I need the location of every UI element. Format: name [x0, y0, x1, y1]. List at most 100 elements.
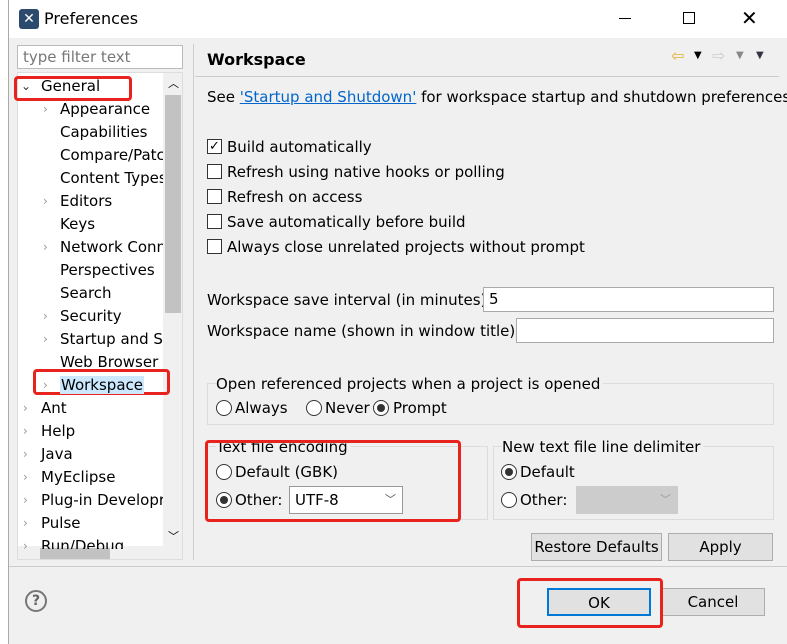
- tree-item-security[interactable]: › Security: [43, 305, 163, 327]
- tree-label: Help: [41, 422, 76, 440]
- tree-label: Startup and Sh: [60, 330, 163, 348]
- checkbox[interactable]: [207, 164, 222, 179]
- chevron-right-icon[interactable]: ›: [43, 236, 48, 258]
- tree-label: Security: [60, 307, 122, 325]
- tree-item-appearance[interactable]: › Appearance: [43, 98, 163, 120]
- scroll-down-icon[interactable]: ﹀: [168, 528, 179, 544]
- checkbox[interactable]: [207, 214, 222, 229]
- workspace-name-input[interactable]: [516, 318, 774, 343]
- footer-separator: [9, 566, 787, 567]
- save-interval-input[interactable]: 5: [483, 287, 774, 312]
- chevron-right-icon[interactable]: ›: [43, 374, 48, 396]
- always-radio[interactable]: [216, 400, 232, 416]
- checkbox[interactable]: [207, 239, 222, 254]
- restore-defaults-button[interactable]: Restore Defaults: [531, 533, 662, 561]
- chevron-right-icon[interactable]: ›: [23, 420, 28, 442]
- tree-item-perspectives[interactable]: Perspectives: [43, 259, 163, 281]
- checkbox-label[interactable]: Build automatically: [227, 137, 372, 157]
- checkbox-label[interactable]: Always close unrelated projects without …: [227, 237, 585, 257]
- tree-item-capabilities[interactable]: Capabilities: [43, 121, 163, 143]
- tree-label: Ant: [41, 399, 67, 417]
- chevron-right-icon[interactable]: ›: [23, 397, 28, 419]
- checkbox-label[interactable]: Refresh on access: [227, 187, 362, 207]
- checkbox-label[interactable]: Save automatically before build: [227, 212, 466, 232]
- chevron-right-icon[interactable]: ›: [43, 328, 48, 350]
- chevron-right-icon[interactable]: ›: [23, 535, 28, 549]
- cancel-button[interactable]: Cancel: [661, 588, 765, 616]
- chevron-right-icon[interactable]: ›: [23, 512, 28, 534]
- delimiter-default-label[interactable]: Default: [520, 462, 575, 482]
- tree-item-myeclipse[interactable]: › MyEclipse: [23, 466, 163, 488]
- tree-label: Perspectives: [60, 261, 155, 279]
- window-title: Preferences: [44, 9, 139, 28]
- see-text: See 'Startup and Shutdown' for workspace…: [207, 87, 787, 107]
- tree-label: Network Conn: [60, 238, 163, 256]
- see-prefix: See: [207, 88, 240, 106]
- tree-item-run-debug[interactable]: › Run/Debug: [23, 535, 163, 549]
- tree-item-content-types[interactable]: Content Types: [43, 167, 163, 189]
- tree-item-keys[interactable]: Keys: [43, 213, 163, 235]
- tree-label: Editors: [60, 192, 113, 210]
- eclipse-icon: ✕: [19, 9, 39, 29]
- title-bar: ✕ Preferences ✕: [9, 0, 787, 38]
- tree-vertical-scrollbar[interactable]: ︿ ﹀: [163, 73, 182, 546]
- scroll-thumb[interactable]: [165, 95, 181, 313]
- tree-label: Plug-in Developr: [41, 491, 163, 509]
- scroll-up-icon[interactable]: ︿: [168, 75, 179, 91]
- chevron-down-icon[interactable]: ⌄: [21, 75, 31, 97]
- back-icon[interactable]: ⇦: [671, 46, 684, 65]
- tree-item-compare-patch[interactable]: Compare/Patch: [43, 144, 163, 166]
- prompt-label[interactable]: Prompt: [393, 398, 447, 418]
- delimiter-select[interactable]: ﹀: [576, 486, 678, 514]
- tree-item-plug-in-developr[interactable]: › Plug-in Developr: [23, 489, 163, 511]
- delimiter-other-radio[interactable]: [501, 492, 517, 508]
- filter-input[interactable]: type filter text: [17, 45, 183, 69]
- tree-item-general[interactable]: ⌄ General: [21, 75, 100, 97]
- see-suffix: for workspace startup and shutdown prefe…: [416, 88, 787, 106]
- checkbox[interactable]: ✓: [207, 139, 222, 154]
- chevron-right-icon[interactable]: ›: [43, 190, 48, 212]
- tree-label: Compare/Patch: [60, 146, 163, 164]
- tree-item-web-browser[interactable]: Web Browser: [43, 351, 163, 373]
- checkbox[interactable]: [207, 189, 222, 204]
- startup-shutdown-link[interactable]: 'Startup and Shutdown': [240, 88, 417, 106]
- prompt-radio[interactable]: [373, 400, 389, 416]
- workspace-name-label: Workspace name (shown in window title):: [207, 322, 521, 340]
- help-icon[interactable]: ?: [25, 590, 47, 612]
- tree-item-editors[interactable]: › Editors: [43, 190, 163, 212]
- chevron-right-icon[interactable]: ›: [43, 98, 48, 120]
- chevron-right-icon[interactable]: ›: [23, 489, 28, 511]
- chevron-down-icon: ﹀: [660, 493, 671, 506]
- view-menu-icon[interactable]: ▼: [756, 50, 764, 61]
- maximize-icon[interactable]: [683, 12, 695, 24]
- tree-item-help[interactable]: › Help: [23, 420, 163, 442]
- minimize-icon[interactable]: [619, 18, 631, 19]
- tree-item-startup-and-sh[interactable]: › Startup and Sh: [43, 328, 163, 350]
- apply-button[interactable]: Apply: [668, 533, 773, 561]
- tree-label: Search: [60, 284, 112, 302]
- tree-item-network-conn[interactable]: › Network Conn: [43, 236, 163, 258]
- chevron-right-icon[interactable]: ›: [23, 466, 28, 488]
- chevron-right-icon[interactable]: ›: [23, 443, 28, 465]
- never-radio[interactable]: [306, 400, 322, 416]
- checkbox-label[interactable]: Refresh using native hooks or polling: [227, 162, 505, 182]
- tree-item-workspace[interactable]: › Workspace: [43, 374, 163, 396]
- tree-item-java[interactable]: › Java: [23, 443, 163, 465]
- close-icon[interactable]: ✕: [741, 6, 758, 30]
- tree-item-ant[interactable]: › Ant: [23, 397, 163, 419]
- preferences-window: ✕ Preferences ✕ type filter text ︿ ﹀ Wor…: [8, 0, 787, 644]
- always-label[interactable]: Always: [235, 398, 288, 418]
- header-separator: [195, 76, 779, 77]
- chevron-right-icon[interactable]: ›: [43, 305, 48, 327]
- back-dropdown-icon[interactable]: ▼: [694, 50, 702, 61]
- forward-icon[interactable]: ⇨: [712, 46, 725, 65]
- delimiter-other-label[interactable]: Other:: [520, 490, 567, 510]
- never-label[interactable]: Never: [325, 398, 370, 418]
- tree-item-search[interactable]: Search: [43, 282, 163, 304]
- scroll-thumb-h[interactable]: [40, 548, 110, 559]
- tree-item-pulse[interactable]: › Pulse: [23, 512, 163, 534]
- sash[interactable]: [193, 44, 194, 560]
- delimiter-default-radio[interactable]: [501, 464, 517, 480]
- tree-label: Workspace: [60, 376, 144, 394]
- forward-dropdown-icon[interactable]: ▼: [736, 50, 744, 61]
